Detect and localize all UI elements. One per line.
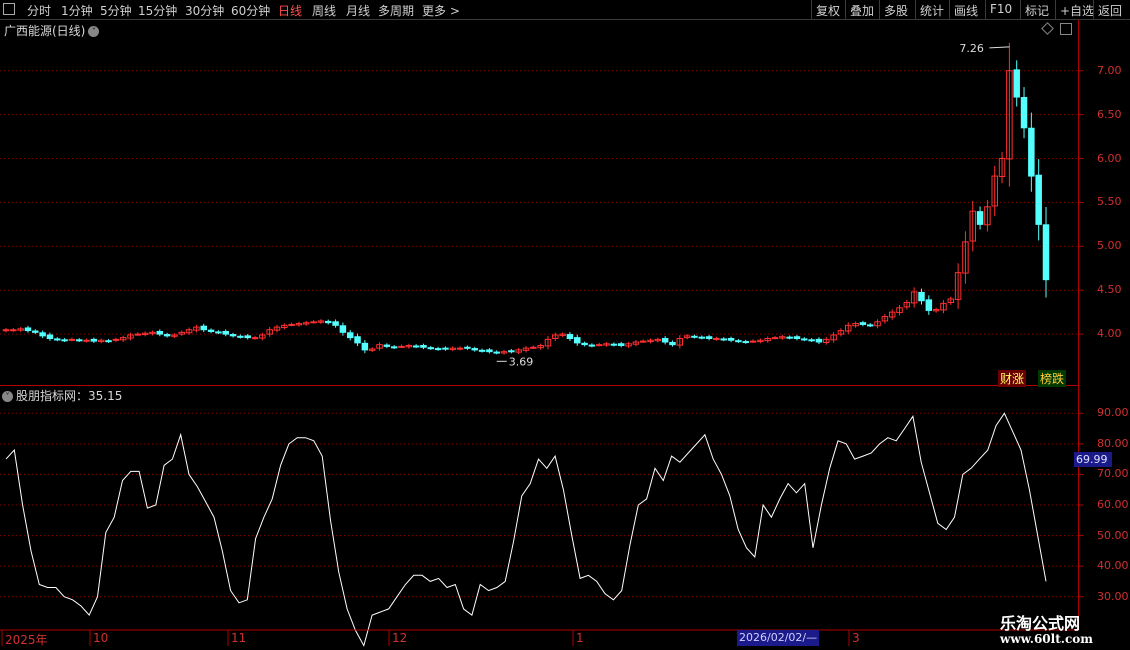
candle-body (801, 338, 808, 341)
candle-body (566, 334, 574, 339)
candle-body (669, 341, 676, 346)
candle-body (581, 342, 588, 346)
candle-body (112, 338, 120, 341)
candle-body (1042, 224, 1050, 281)
indicator-line (5, 412, 1047, 647)
candle-body (310, 321, 317, 324)
candle-body (325, 320, 332, 324)
x-axis-label: 1 (576, 631, 584, 645)
candle-body (32, 330, 39, 333)
candle-body (61, 339, 68, 342)
candle-body (471, 348, 478, 351)
candle-body (156, 330, 164, 335)
candle-body (68, 338, 76, 341)
candle-body (237, 335, 244, 338)
watermark-url: www.60lt.com (1000, 632, 1093, 646)
low-price-label: 3.69 (509, 355, 534, 368)
candle-body (1028, 127, 1035, 177)
candle-body (698, 336, 706, 339)
candle-body (420, 345, 427, 348)
candle-body (610, 343, 618, 346)
candle-body (244, 335, 251, 339)
x-axis-label: 3 (852, 631, 860, 645)
candle-body (639, 340, 647, 343)
candle-body (1035, 174, 1042, 225)
candle-body (918, 291, 925, 302)
candle-body (361, 342, 369, 351)
candle-body (222, 330, 229, 335)
candle-body (2, 329, 10, 332)
candle-body (288, 323, 295, 326)
candle-body (251, 337, 259, 340)
candle-body (412, 345, 420, 348)
candle-body (866, 324, 874, 327)
candle-body (207, 329, 215, 332)
candle-body (83, 339, 90, 342)
candle-body (713, 337, 720, 340)
candle-body (1020, 97, 1028, 129)
x-axis-label: 11 (231, 631, 247, 645)
candle-body (332, 321, 339, 326)
candle-body (90, 338, 98, 342)
candle-body (486, 349, 493, 353)
candle-body (456, 347, 464, 350)
candle-body (588, 344, 596, 347)
candle-body (815, 338, 823, 343)
candle-body (705, 336, 713, 339)
candle-body (383, 344, 391, 347)
candle-body (134, 333, 142, 336)
candle-body (24, 327, 32, 332)
candle-body (691, 335, 698, 338)
watermark-title: 乐淘公式网 (1000, 614, 1081, 633)
candle-body (427, 347, 435, 350)
candle-body (786, 336, 793, 339)
kline-chart[interactable]: 7.26 3.69 (0, 0, 1130, 650)
high-marker-line (989, 46, 1010, 49)
candle-body (727, 337, 735, 341)
candle-body (771, 337, 779, 340)
candle-body (434, 348, 442, 351)
candle-body (200, 325, 207, 331)
candle-body (859, 322, 867, 325)
x-axis-label: 10 (93, 631, 109, 645)
candle-body (508, 350, 515, 353)
candle-body (398, 345, 405, 348)
candle-body (215, 331, 222, 334)
candle-body (749, 340, 757, 343)
candle-body (46, 334, 54, 339)
candle-body (54, 338, 61, 341)
candle-body (617, 343, 625, 347)
x-axis-label: 2025年 (5, 633, 48, 647)
candle-body (10, 329, 17, 332)
candle-body (925, 299, 933, 311)
candle-body (976, 211, 984, 225)
candle-body (105, 340, 112, 343)
candle-body (346, 332, 354, 339)
candle-body (478, 349, 486, 352)
cursor-date: 2026/02/02/— (737, 630, 819, 646)
candle-body (661, 337, 669, 343)
candle-body (229, 334, 237, 337)
candle-body (720, 338, 727, 341)
candle-body (464, 346, 471, 349)
candle-body (163, 334, 171, 337)
candle-body (493, 351, 500, 354)
candle-body (742, 341, 749, 344)
candle-body (574, 337, 581, 344)
x-axis-label: 12 (392, 631, 408, 645)
candle-body (339, 325, 347, 333)
candle-body (1013, 69, 1020, 98)
candle-body (39, 332, 46, 337)
candle-body (75, 339, 83, 342)
candle-body (595, 344, 603, 347)
candle-body (354, 336, 361, 344)
candle-body (442, 347, 449, 350)
candle-body (735, 340, 742, 343)
candle-body (390, 346, 398, 349)
high-price-label: 7.26 (959, 42, 984, 55)
candle-body (808, 339, 815, 342)
candle-body (530, 346, 537, 349)
candle-body (793, 336, 801, 339)
